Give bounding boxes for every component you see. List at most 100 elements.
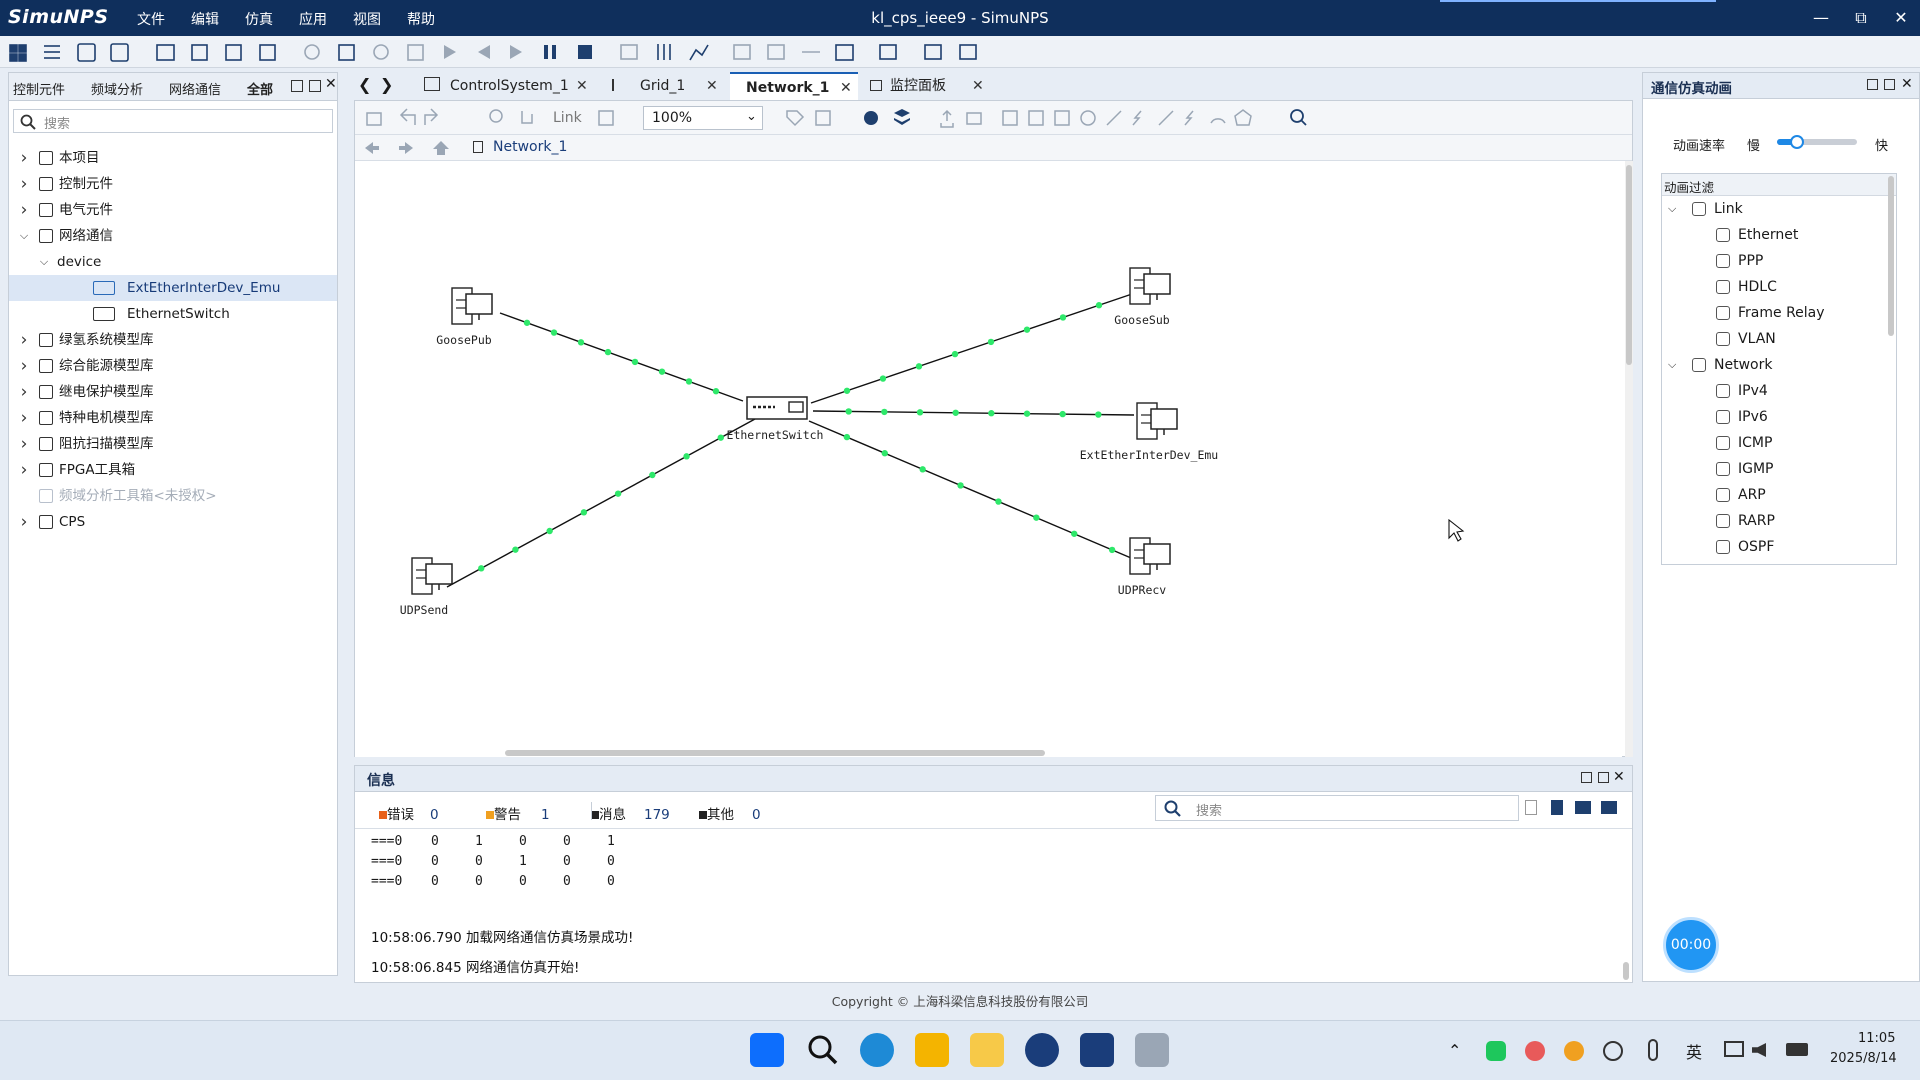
menu-view[interactable]: 视图 <box>353 9 381 29</box>
filter-item[interactable]: PPP <box>1662 248 1888 274</box>
filter-checkbox[interactable] <box>1716 436 1730 450</box>
chevron-right-icon[interactable]: › <box>17 197 31 223</box>
menu-apply[interactable]: 应用 <box>299 9 327 29</box>
tree-item[interactable]: › 继电保护模型库 <box>9 379 337 405</box>
delete-log-icon[interactable] <box>1551 800 1563 815</box>
print-log-icon[interactable] <box>1601 801 1617 814</box>
chevron-right-icon[interactable]: › <box>17 145 31 171</box>
chevron-right-icon[interactable]: › <box>17 353 31 379</box>
tab-scroll-right-icon[interactable]: ❯ <box>380 75 393 94</box>
filter-item[interactable]: ICMP <box>1662 430 1888 456</box>
filter-checkbox[interactable] <box>1716 462 1730 476</box>
chevron-right-icon[interactable]: › <box>17 327 31 353</box>
tree-item[interactable]: › FPGA工具箱 <box>9 457 337 483</box>
tree-item[interactable]: › 控制元件 <box>9 171 337 197</box>
library-search-input[interactable]: 搜索 <box>13 109 333 133</box>
network-link[interactable] <box>812 408 1135 418</box>
log-scroll-thumb[interactable] <box>1623 962 1629 980</box>
close-tab-icon[interactable]: ✕ <box>706 72 718 100</box>
network-link[interactable] <box>446 418 756 588</box>
app-n-icon[interactable] <box>1080 1033 1114 1067</box>
filter-item[interactable]: RARP <box>1662 508 1888 534</box>
canvas-v-scrollbar[interactable] <box>1625 161 1633 757</box>
close-tab-icon[interactable]: ✕ <box>972 72 984 100</box>
chevron-right-icon[interactable]: › <box>17 457 31 483</box>
network-link[interactable] <box>808 420 1151 567</box>
filter-errors[interactable]: 错误 0 <box>379 803 439 823</box>
tree-item[interactable]: ExtEtherInterDev_Emu <box>9 275 337 301</box>
filter-item[interactable]: ARP <box>1662 482 1888 508</box>
chevron-right-icon[interactable]: › <box>17 509 31 535</box>
tab-network-1[interactable]: Network_1 ✕ <box>730 72 858 100</box>
float-panel-icon[interactable] <box>291 80 303 92</box>
filter-checkbox[interactable] <box>1716 488 1730 502</box>
canvas-h-scroll-thumb[interactable] <box>505 750 1045 756</box>
wps-office-icon[interactable] <box>915 1033 949 1067</box>
filter-checkbox[interactable] <box>1716 332 1730 346</box>
tab-scroll-left-icon[interactable]: ❮ <box>358 75 371 94</box>
minimize-icon[interactable]: — <box>1806 4 1836 32</box>
filter-messages[interactable]: 消息 179 <box>591 803 670 823</box>
filter-checkbox[interactable] <box>1716 540 1730 554</box>
network-node[interactable]: EthernetSwitch <box>727 396 824 442</box>
zoom-select[interactable]: 100% ⌄ <box>643 106 763 130</box>
microphone-icon[interactable] <box>1648 1039 1658 1061</box>
tree-item[interactable]: › CPS <box>9 509 337 535</box>
v-scroll-thumb[interactable] <box>1626 165 1632 365</box>
chevron-right-icon[interactable]: › <box>17 379 31 405</box>
network-canvas[interactable]: GoosePub GooseSub EthernetSwitch ExtEtherIn… <box>355 161 1633 757</box>
tree-item[interactable]: › 本项目 <box>9 145 337 171</box>
close-panel-icon[interactable]: ✕ <box>1613 769 1625 785</box>
simunps-app-icon[interactable] <box>1025 1033 1059 1067</box>
tab-network-comm[interactable]: 网络通信 <box>169 79 221 98</box>
tree-item[interactable]: ⌵ device <box>9 249 337 275</box>
tab-grid-1[interactable]: Grid_1 ✕ <box>602 72 726 100</box>
filter-checkbox[interactable] <box>1716 306 1730 320</box>
chevron-right-icon[interactable]: › <box>17 431 31 457</box>
tab-control-components[interactable]: 控制元件 <box>13 79 65 98</box>
tab-monitor-panel[interactable]: 监控面板 ✕ <box>862 72 992 100</box>
tree-item[interactable]: EthernetSwitch <box>9 301 337 327</box>
maximize-panel-icon[interactable] <box>1598 772 1609 783</box>
menu-simulate[interactable]: 仿真 <box>245 9 273 29</box>
animation-timer-button[interactable]: 00:00 <box>1663 917 1719 973</box>
maximize-panel-icon[interactable] <box>309 80 321 92</box>
tab-frequency-analysis[interactable]: 频域分析 <box>91 79 143 98</box>
filter-checkbox[interactable] <box>1716 254 1730 268</box>
search-icon[interactable] <box>806 1033 840 1067</box>
close-panel-icon[interactable]: ✕ <box>325 76 337 92</box>
sync-icon[interactable] <box>1603 1041 1623 1061</box>
app-sg-icon[interactable] <box>1135 1033 1169 1067</box>
filter-checkbox[interactable] <box>1716 280 1730 294</box>
edge-browser-icon[interactable] <box>860 1033 894 1067</box>
filter-checkbox[interactable] <box>1716 514 1730 528</box>
filter-other[interactable]: 其他 0 <box>699 803 761 823</box>
menu-help[interactable]: 帮助 <box>407 9 435 29</box>
close-tab-icon[interactable]: ✕ <box>840 74 852 102</box>
tab-controlsystem-1[interactable]: ControlSystem_1 ✕ <box>412 72 594 100</box>
tree-item[interactable]: › 综合能源模型库 <box>9 353 337 379</box>
network-link[interactable] <box>499 312 744 402</box>
filter-item[interactable]: Frame Relay <box>1662 300 1888 326</box>
windows-start-icon[interactable] <box>750 1033 784 1067</box>
filter-item[interactable]: Ethernet <box>1662 222 1888 248</box>
filter-warnings[interactable]: 警告 1 <box>486 803 550 823</box>
tree-item[interactable]: › 特种电机模型库 <box>9 405 337 431</box>
link-tool-label[interactable]: Link <box>553 110 582 126</box>
filter-item[interactable]: VLAN <box>1662 326 1888 352</box>
tree-item[interactable]: › 电气元件 <box>9 197 337 223</box>
filter-item[interactable]: HDLC <box>1662 274 1888 300</box>
chevron-down-icon[interactable]: ⌵ <box>37 249 51 275</box>
chevron-right-icon[interactable]: › <box>17 171 31 197</box>
maximize-panel-icon[interactable] <box>1884 79 1895 90</box>
wechat-icon[interactable] <box>1486 1041 1506 1061</box>
menu-edit[interactable]: 编辑 <box>191 9 219 29</box>
tray-overflow-icon[interactable]: ⌃ <box>1448 1041 1461 1060</box>
chevron-right-icon[interactable]: › <box>17 405 31 431</box>
filter-item[interactable]: IGMP <box>1662 456 1888 482</box>
network-link[interactable] <box>810 292 1136 404</box>
file-explorer-icon[interactable] <box>970 1033 1004 1067</box>
filter-checkbox[interactable] <box>1716 410 1730 424</box>
network-node[interactable]: GoosePub <box>436 287 493 347</box>
network-icon[interactable] <box>1724 1041 1744 1057</box>
